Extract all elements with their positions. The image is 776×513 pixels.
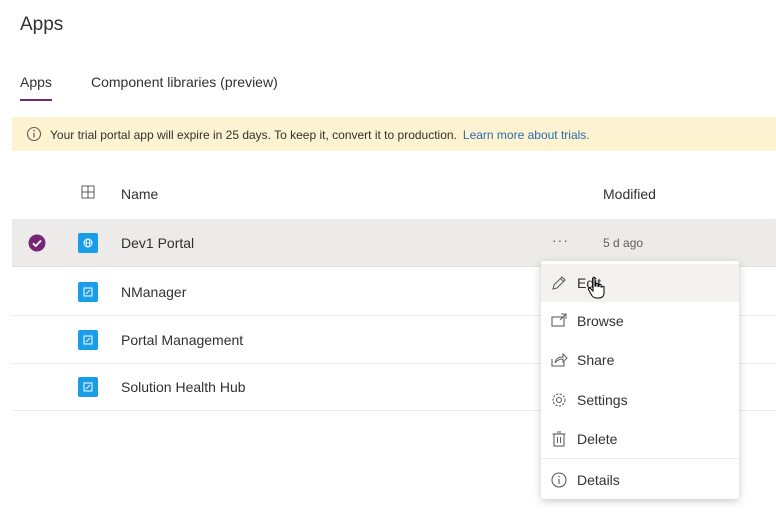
column-modified[interactable]: Modified <box>603 186 656 202</box>
gear-icon <box>550 391 568 409</box>
app-icon <box>78 282 98 302</box>
column-name[interactable]: Name <box>121 186 158 202</box>
menu-item-label: Details <box>577 472 620 488</box>
hand-cursor-icon <box>587 276 605 305</box>
app-icon <box>78 377 98 397</box>
table-row[interactable]: Dev1 Portal ··· 5 d ago <box>12 219 776 267</box>
tab-apps[interactable]: Apps <box>20 74 52 101</box>
page-title: Apps <box>20 14 64 35</box>
context-menu: Edit Browse Share Settings Delete Detail… <box>541 261 739 499</box>
pencil-icon <box>550 274 568 292</box>
menu-item-details[interactable]: Details <box>541 461 739 499</box>
menu-item-delete[interactable]: Delete <box>541 420 739 458</box>
row-name[interactable]: Dev1 Portal <box>121 235 194 251</box>
app-icon <box>78 330 98 350</box>
browse-icon <box>550 312 568 330</box>
info-icon <box>550 471 568 489</box>
menu-item-label: Settings <box>577 392 628 408</box>
menu-item-edit[interactable]: Edit <box>541 264 739 302</box>
trash-icon <box>550 430 568 448</box>
checkmark-icon[interactable] <box>28 234 46 257</box>
menu-item-browse[interactable]: Browse <box>541 302 739 340</box>
trial-banner: Your trial portal app will expire in 25 … <box>12 117 776 151</box>
menu-divider <box>541 458 739 459</box>
info-icon <box>26 126 42 145</box>
row-name[interactable]: Portal Management <box>121 332 243 348</box>
row-name[interactable]: Solution Health Hub <box>121 379 246 395</box>
share-icon <box>550 351 568 369</box>
menu-item-settings[interactable]: Settings <box>541 381 739 419</box>
row-modified: 5 d ago <box>603 236 644 250</box>
table-header: Name Modified <box>12 174 776 212</box>
tab-component-libraries[interactable]: Component libraries (preview) <box>91 74 278 90</box>
menu-item-label: Browse <box>577 313 624 329</box>
menu-item-label: Share <box>577 352 615 368</box>
menu-item-share[interactable]: Share <box>541 341 739 379</box>
banner-message: Your trial portal app will expire in 25 … <box>50 128 457 142</box>
menu-item-label: Delete <box>577 431 618 447</box>
row-name[interactable]: NManager <box>121 284 186 300</box>
more-options-icon[interactable]: ··· <box>552 232 569 248</box>
learn-more-link[interactable]: Learn more about trials. <box>463 128 590 142</box>
file-type-icon[interactable] <box>80 184 96 205</box>
globe-app-icon <box>78 233 98 253</box>
